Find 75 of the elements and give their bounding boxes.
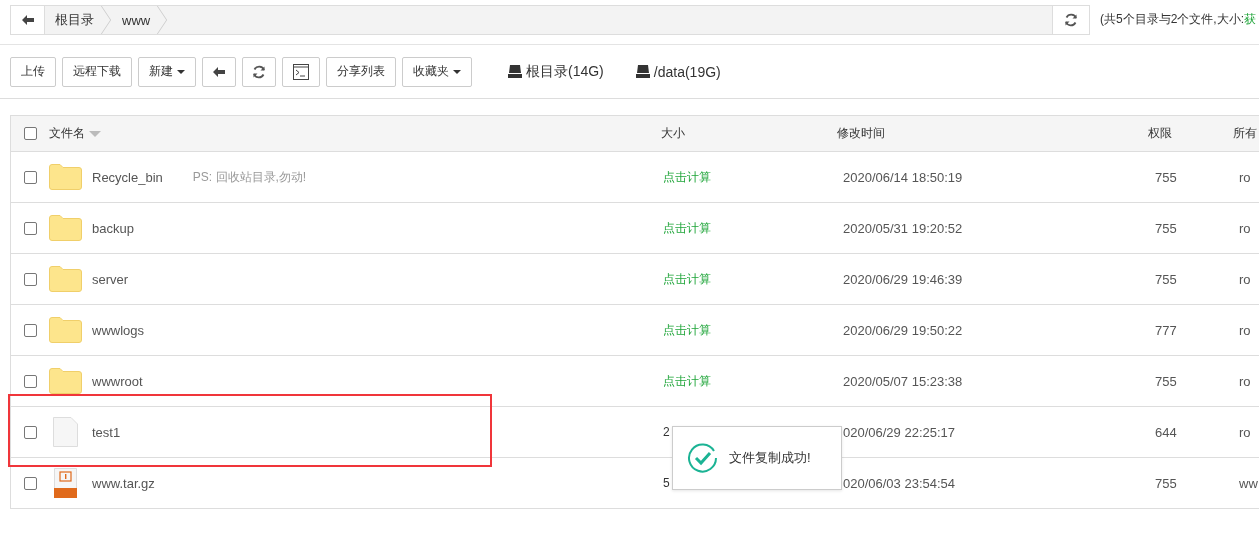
column-header[interactable]: 文件名 — [49, 125, 101, 142]
column-header[interactable]: 修改时间 — [837, 125, 885, 142]
refresh-icon — [1064, 13, 1078, 27]
refresh-button[interactable] — [242, 56, 276, 87]
permission: 755 — [1155, 169, 1177, 185]
toolbar-button[interactable]: 新建 — [138, 56, 196, 87]
file-size: 5 — [663, 476, 670, 490]
modified-time: 2020/06/29 19:46:39 — [843, 271, 963, 287]
row-checkbox[interactable] — [23, 425, 37, 439]
toast-message: 文件复制成功! — [729, 449, 811, 467]
file-name[interactable]: test1 — [92, 424, 121, 440]
hard-drive-icon — [635, 65, 650, 78]
back-button[interactable] — [202, 56, 236, 87]
toolbar-button[interactable]: 分享列表 — [326, 56, 396, 87]
file-size: 2 — [663, 425, 670, 439]
column-header[interactable]: 权限 — [1148, 125, 1172, 142]
column-header[interactable]: 大小 — [661, 125, 685, 142]
hard-drive-icon — [508, 65, 522, 78]
terminal-button[interactable] — [282, 56, 320, 87]
row-checkbox[interactable] — [23, 323, 37, 337]
back-arrow-icon — [20, 14, 35, 26]
caret-icon — [177, 69, 185, 74]
terminal-icon — [293, 63, 309, 80]
owner: ro — [1239, 322, 1251, 338]
refresh-button[interactable] — [1052, 6, 1089, 34]
file-name[interactable]: server — [92, 271, 129, 287]
caret-icon — [453, 69, 461, 74]
modified-time: 2020/06/29 19:50:22 — [843, 322, 963, 338]
row-checkbox[interactable] — [23, 221, 37, 235]
file-name[interactable]: wwwlogs — [92, 322, 144, 338]
folder-icon — [49, 317, 82, 343]
toolbar-button[interactable]: 远程下载 — [62, 56, 132, 87]
row-checkbox[interactable] — [23, 170, 37, 184]
permission: 755 — [1155, 220, 1177, 236]
back-arrow-icon — [212, 65, 226, 78]
modified-time: 020/06/29 22:25:17 — [843, 424, 956, 440]
toolbar-button[interactable]: 上传 — [10, 56, 56, 87]
toolbar-button[interactable]: 收藏夹 — [402, 56, 472, 87]
chevron-icon — [100, 6, 112, 34]
row-checkbox[interactable] — [23, 476, 37, 490]
folder-icon — [49, 368, 82, 394]
check-circle-icon — [687, 442, 719, 474]
column-header[interactable]: 所有 — [1233, 125, 1257, 142]
disk-link[interactable]: /data(19G) — [653, 63, 721, 80]
permission: 777 — [1155, 322, 1177, 338]
owner: ww — [1239, 475, 1258, 491]
owner: ro — [1239, 220, 1251, 236]
permission: 644 — [1155, 424, 1177, 440]
permission: 755 — [1155, 475, 1177, 491]
file-name[interactable]: wwwroot — [92, 373, 143, 389]
modified-time: 2020/06/14 18:50:19 — [843, 169, 963, 185]
row-checkbox[interactable] — [23, 272, 37, 286]
back-button[interactable] — [11, 6, 45, 34]
row-checkbox[interactable] — [23, 374, 37, 388]
modified-time: 2020/05/07 15:23:38 — [843, 373, 963, 389]
modified-time: 2020/05/31 19:20:52 — [843, 220, 963, 236]
folder-icon — [49, 215, 82, 241]
file-note: PS: 回收站目录,勿动! — [192, 168, 307, 186]
owner: ro — [1239, 271, 1251, 287]
select-all-checkbox[interactable] — [23, 127, 37, 140]
folder-icon — [49, 164, 82, 190]
summary-text: (共5个目录与2个文件,大小: — [1100, 12, 1244, 26]
refresh-icon — [252, 64, 266, 79]
permission: 755 — [1155, 373, 1177, 389]
owner: ro — [1239, 373, 1251, 389]
file-name[interactable]: www.tar.gz — [92, 475, 155, 491]
disk-link[interactable]: 根目录(14G) — [526, 62, 604, 81]
chevron-icon — [156, 6, 169, 34]
folder-icon — [49, 266, 82, 292]
permission: 755 — [1155, 271, 1177, 287]
file-name[interactable]: backup — [92, 220, 134, 236]
owner: ro — [1239, 424, 1251, 440]
owner: ro — [1239, 169, 1251, 185]
file-name[interactable]: Recycle_bin — [92, 169, 163, 185]
modified-time: 020/06/03 23:54:54 — [843, 475, 956, 491]
